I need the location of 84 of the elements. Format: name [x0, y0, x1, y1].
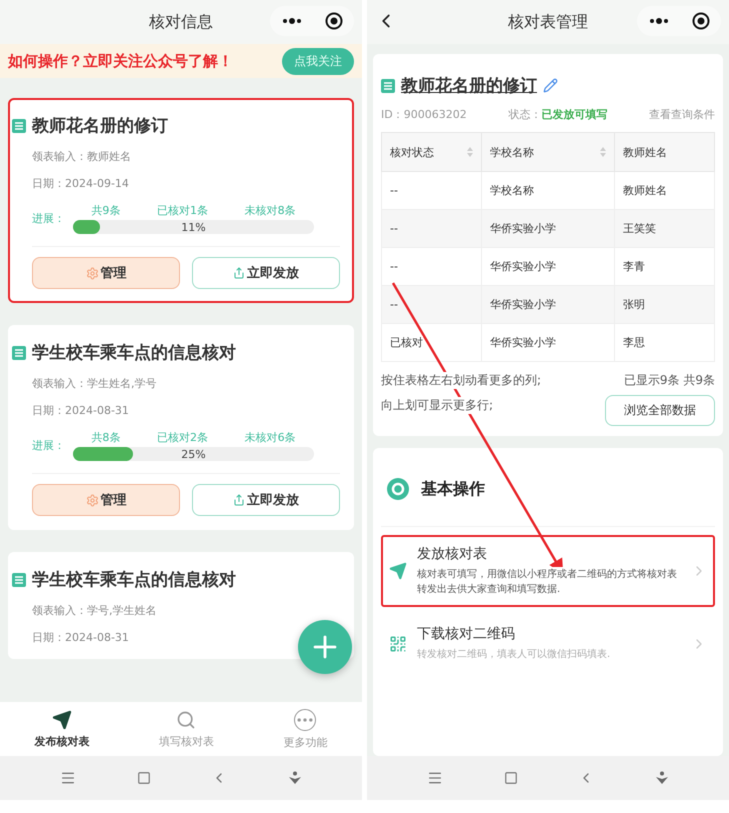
table-cell: 教师姓名 [614, 172, 714, 210]
checklist-card[interactable]: 学生校车乘车点的信息核对 领表输入：学号,学生姓名 日期：2024-08-31 [8, 552, 354, 659]
input-fields-text: 领表输入：学生姓名,学号 [32, 376, 158, 391]
manage-button[interactable]: 管理 [32, 257, 180, 289]
table-cell: 已核对 [382, 324, 482, 362]
card-title: 学生校车乘车点的信息核对 [32, 342, 236, 364]
more-icon[interactable] [648, 18, 668, 24]
paper-plane-icon [52, 710, 72, 730]
publish-button[interactable]: 立即发放 [192, 257, 340, 289]
tab[interactable]: 发布核对表 [28, 708, 96, 750]
progress-percent: 25% [181, 448, 206, 460]
checklist-card[interactable]: 教师花名册的修订 领表输入：教师姓名 日期：2024-09-14 进展： 共9条 已核对1条 未核对8条 11% 管理 立即发放 [8, 98, 354, 303]
operation-title: 下载核对二维码 [417, 625, 516, 643]
operation-title: 发放核对表 [417, 545, 488, 563]
hint-text: 按住表格左右划动看更多的列; [381, 372, 542, 389]
card-title: 学生校车乘车点的信息核对 [32, 569, 236, 591]
edit-icon[interactable] [543, 78, 558, 93]
status-text: 状态：已发放可填写 [508, 107, 608, 122]
menu-icon[interactable] [60, 770, 76, 786]
input-fields-text: 领表输入：学号,学生姓名 [32, 603, 158, 618]
table-cell: -- [382, 210, 482, 248]
count-text: 共8条 [91, 430, 120, 445]
date-text: 日期：2024-08-31 [32, 630, 130, 645]
search-icon [176, 710, 196, 730]
table-cell: 李青 [614, 248, 714, 286]
menu-icon[interactable] [427, 770, 444, 786]
list-icon [12, 346, 26, 360]
table-cell: 华侨实验小学 [481, 286, 615, 324]
column-header[interactable]: 核对状态 [382, 132, 482, 172]
record-title: 教师花名册的修订 [401, 75, 537, 97]
table-cell: 王笑笑 [614, 210, 714, 248]
qr-code-icon [389, 634, 407, 652]
list-icon [381, 78, 395, 92]
share-icon [233, 494, 245, 506]
table-cell: -- [382, 248, 482, 286]
gear-icon [86, 266, 98, 280]
target-icon[interactable] [324, 12, 342, 30]
column-header[interactable]: 教师姓名 [614, 132, 714, 172]
date-text: 日期：2024-08-31 [32, 403, 130, 418]
operation-item[interactable]: 下载核对二维码 转发核对二维码，填表人可以微信扫码填表. [381, 615, 715, 672]
manage-button[interactable]: 管理 [32, 484, 180, 516]
home-icon[interactable] [136, 771, 151, 785]
count-text: 已核对1条 [156, 203, 208, 218]
table-cell: 华侨实验小学 [481, 324, 615, 362]
table-cell: 学校名称 [481, 172, 615, 210]
share-icon [233, 267, 245, 279]
count-text: 未核对8条 [244, 203, 296, 218]
table-cell: 华侨实验小学 [481, 248, 615, 286]
progress-percent: 11% [181, 220, 206, 234]
count-text: 共9条 [91, 203, 120, 218]
gear-icon [86, 494, 98, 506]
more-icon[interactable] [282, 18, 302, 24]
input-fields-text: 领表输入：教师姓名 [32, 149, 132, 164]
gear-icon [387, 478, 409, 500]
person-icon[interactable] [288, 771, 302, 785]
table-cell: 李思 [614, 324, 714, 362]
progress-label: 进展： [32, 438, 65, 453]
table-cell: -- [382, 172, 482, 210]
publish-button[interactable]: 立即发放 [192, 484, 340, 516]
table-cell: 张明 [614, 286, 714, 324]
row-count-text: 已显示9条 共9条 [624, 372, 715, 389]
person-icon[interactable] [654, 771, 669, 785]
operation-item[interactable]: 发放核对表 核对表可填写，用微信以小程序或者二维码的方式将核对表转发出去供大家查询和填写数据. [381, 535, 715, 607]
more-icon [294, 708, 316, 730]
paper-plane-icon [389, 562, 407, 580]
record-id: ID：900063202 [381, 107, 467, 122]
column-header[interactable]: 学校名称 [481, 132, 615, 172]
view-all-button[interactable]: 浏览全部数据 [605, 395, 715, 426]
page-title: 核对信息 [149, 12, 213, 32]
count-text: 未核对6条 [244, 430, 296, 445]
progress-label: 进展： [32, 211, 65, 226]
page-title: 核对表管理 [508, 12, 588, 32]
banner-text: 如何操作？立即关注公众号了解！ [8, 52, 233, 70]
target-icon[interactable] [692, 12, 710, 30]
table-cell: -- [382, 286, 482, 324]
date-text: 日期：2024-09-14 [32, 176, 130, 191]
count-text: 已核对2条 [156, 430, 208, 445]
list-icon [12, 572, 26, 586]
section-title: 基本操作 [421, 478, 485, 500]
list-icon [12, 118, 26, 132]
card-title: 教师花名册的修订 [32, 115, 168, 137]
checklist-card[interactable]: 学生校车乘车点的信息核对 领表输入：学生姓名,学号 日期：2024-08-31 进展： 共8条 已核对2条 未核对6条 25% 管理 立即发放 [8, 325, 354, 530]
home-icon[interactable] [504, 771, 518, 785]
table-cell: 华侨实验小学 [481, 210, 615, 248]
